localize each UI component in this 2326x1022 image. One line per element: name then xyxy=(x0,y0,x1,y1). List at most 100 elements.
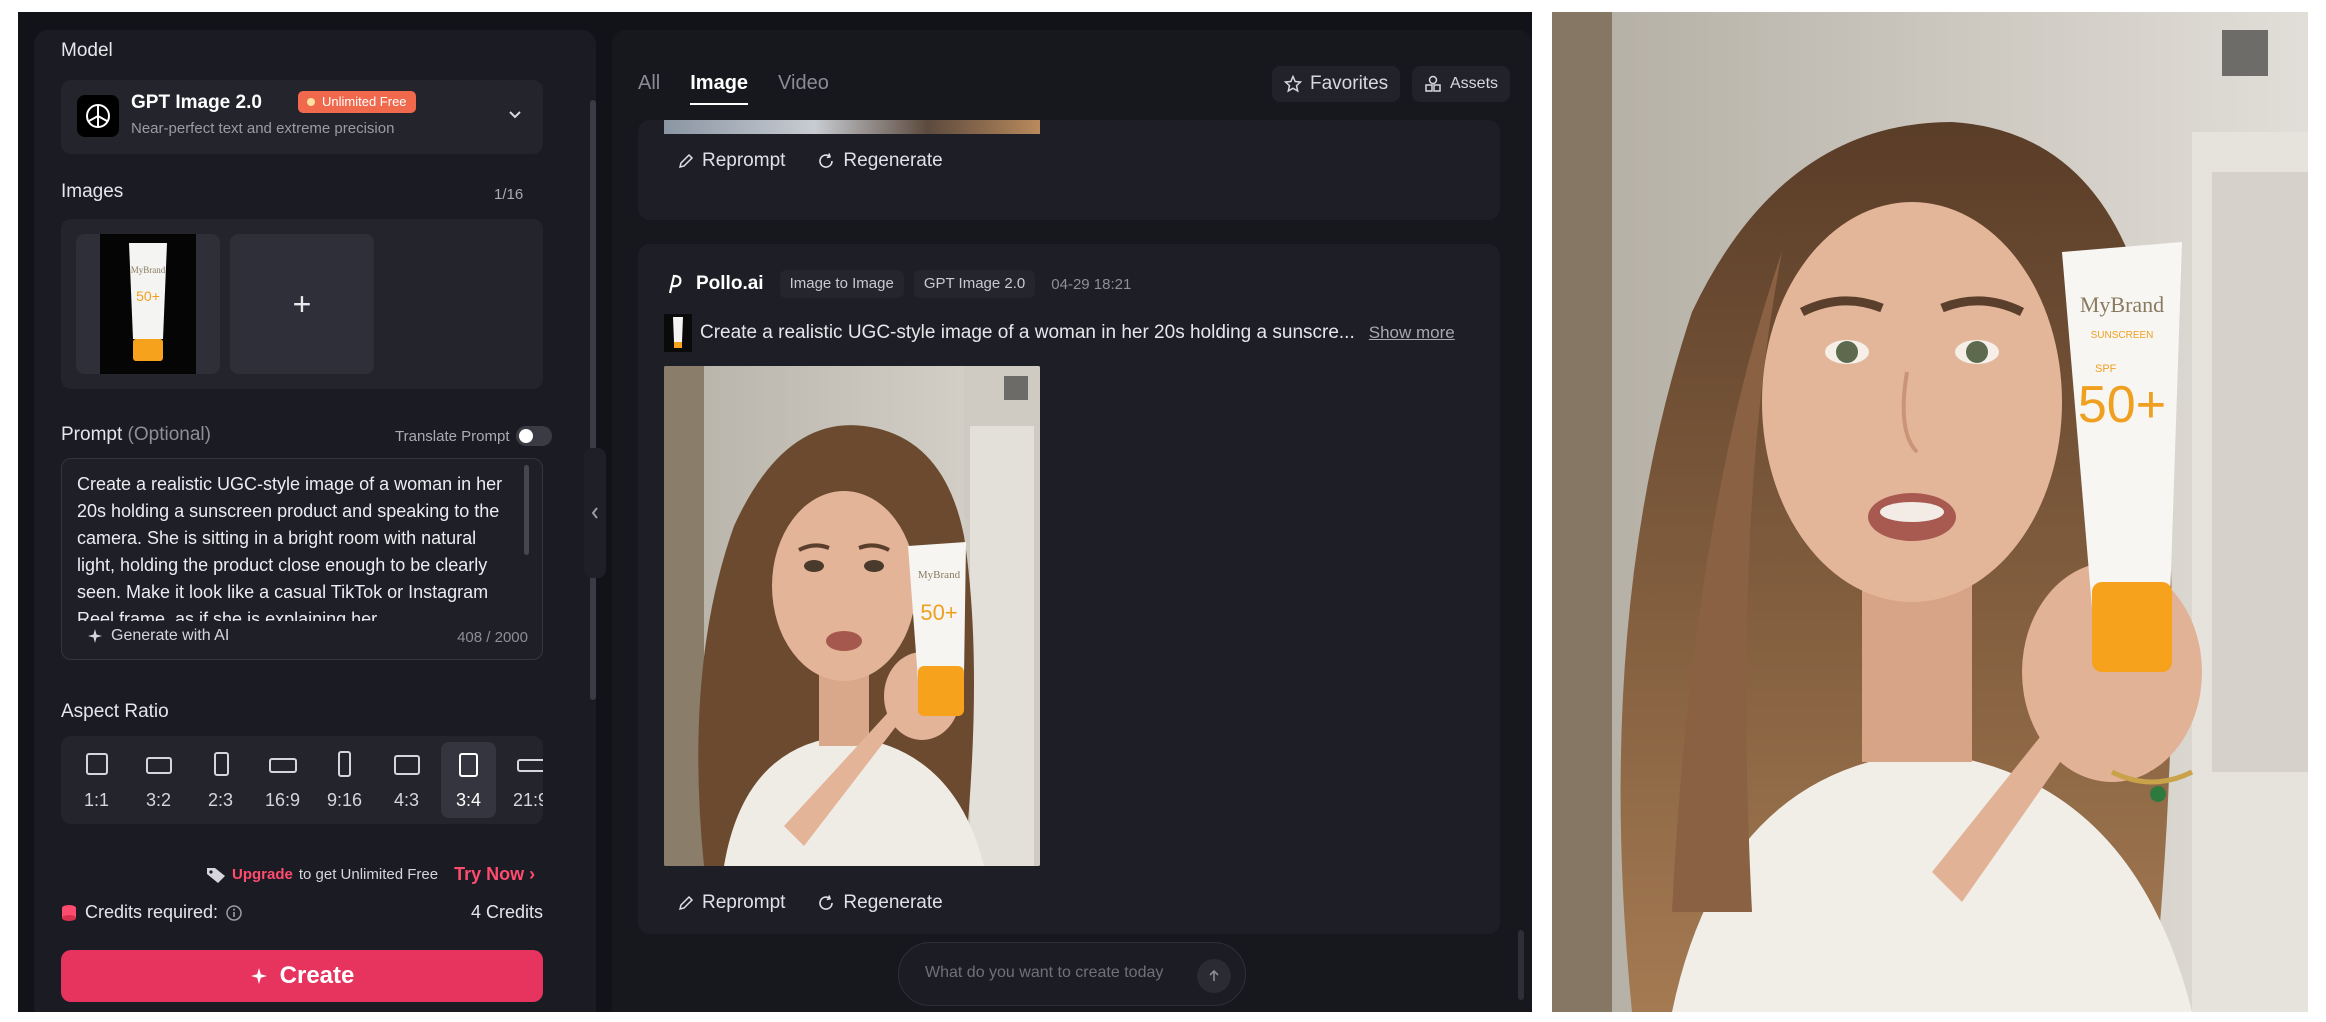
assets-button[interactable]: Assets xyxy=(1412,66,1511,102)
upgrade-banner: Upgrade to get Unlimited Free Try Now › xyxy=(206,864,535,885)
upgrade-text: to get Unlimited Free xyxy=(298,866,439,883)
plus-icon: + xyxy=(292,285,312,322)
aspect-ratio-label: Aspect Ratio xyxy=(61,701,169,722)
credits-value: 4 Credits xyxy=(470,902,543,922)
ratio-ultrawide-icon xyxy=(517,759,543,772)
prompt-optional: (Optional) xyxy=(127,424,211,445)
ratio-option-16-9[interactable]: 16:9 xyxy=(255,742,310,818)
send-button[interactable] xyxy=(1197,959,1231,993)
reference-thumbnail[interactable] xyxy=(664,314,692,352)
pencil-icon xyxy=(678,153,694,169)
results-panel: All Image Video Favorites Assets Repromp… xyxy=(612,30,1532,1012)
result-card: Pollo.ai Image to Image GPT Image 2.0 04… xyxy=(638,244,1500,934)
regenerate-button[interactable]: Regenerate xyxy=(817,892,943,914)
prompt-text[interactable]: Create a realistic UGC-style image of a … xyxy=(77,471,507,621)
regenerate-button[interactable]: Regenerate xyxy=(817,150,943,172)
big-product-spf-label: SPF xyxy=(2095,363,2117,375)
previous-result-image[interactable] xyxy=(664,120,1040,134)
ratio-portrait-icon xyxy=(214,752,229,776)
tab-video[interactable]: Video xyxy=(778,72,829,105)
result-prompt-row: Create a realistic UGC-style image of a … xyxy=(664,314,1455,352)
chevron-right-icon: › xyxy=(529,864,536,884)
arrow-up-icon xyxy=(1209,969,1219,981)
ratio-landscape-icon xyxy=(394,755,420,775)
big-product-brand-text: MyBrand xyxy=(2080,292,2164,317)
model-description: Near-perfect text and extreme precision xyxy=(131,120,395,137)
upgrade-link[interactable]: Upgrade xyxy=(232,866,293,883)
credits-row: Credits required: 4 Credits xyxy=(61,902,543,928)
translate-prompt-label: Translate Prompt xyxy=(395,428,510,445)
panel-scrollbar[interactable] xyxy=(590,100,596,700)
ratio-option-4-3[interactable]: 4:3 xyxy=(379,742,434,818)
generate-with-ai-button[interactable]: Generate with AI xyxy=(87,627,229,645)
result-meta: Pollo.ai Image to Image GPT Image 2.0 04… xyxy=(664,270,1131,298)
big-product-line-text: SUNSCREEN xyxy=(2091,330,2154,341)
coins-icon xyxy=(62,904,76,921)
images-uploader: MyBrand 50+ + xyxy=(61,219,543,389)
thumb-spf-text: 50+ xyxy=(136,288,160,304)
results-scrollbar[interactable] xyxy=(1518,930,1524,1000)
ratio-tall-icon xyxy=(338,751,351,777)
result-card-actions: Reprompt Regenerate xyxy=(678,892,943,914)
sparkle-icon xyxy=(250,968,267,984)
large-result-preview[interactable]: MyBrand SUNSCREEN SPF 50+ xyxy=(1552,12,2308,1012)
model-chip: GPT Image 2.0 xyxy=(913,270,1036,298)
ratio-square-icon xyxy=(86,753,108,775)
favorites-button[interactable]: Favorites xyxy=(1272,66,1401,102)
result-card-previous: Reprompt Regenerate xyxy=(638,120,1500,220)
prompt-textarea[interactable]: Create a realistic UGC-style image of a … xyxy=(61,458,543,660)
ratio-option-3-2[interactable]: 3:2 xyxy=(131,742,186,818)
tab-image[interactable]: Image xyxy=(690,72,749,105)
model-section-label: Model xyxy=(61,40,113,61)
ratio-option-1-1[interactable]: 1:1 xyxy=(69,742,124,818)
tag-icon xyxy=(207,867,225,883)
show-more-link[interactable]: Show more xyxy=(1369,323,1455,343)
generated-image[interactable]: MyBrand 50+ xyxy=(664,366,1040,866)
images-count: 1/16 xyxy=(494,186,524,203)
prompt-label: Prompt (Optional) xyxy=(61,424,211,445)
reprompt-button[interactable]: Reprompt xyxy=(678,150,785,172)
result-tabs: All Image Video xyxy=(638,72,829,105)
ratio-option-2-3[interactable]: 2:3 xyxy=(193,742,248,818)
product-spf-text: 50+ xyxy=(920,600,957,625)
refresh-icon xyxy=(819,153,834,168)
thumb-brand-text: MyBrand xyxy=(131,265,166,275)
info-icon[interactable] xyxy=(226,904,242,921)
reprompt-button[interactable]: Reprompt xyxy=(678,892,785,914)
prompt-scrollbar[interactable] xyxy=(524,465,529,555)
model-selector[interactable]: GPT Image 2.0 Unlimited Free Near-perfec… xyxy=(61,80,543,154)
previous-card-actions: Reprompt Regenerate xyxy=(678,150,943,172)
tab-all[interactable]: All xyxy=(638,72,660,105)
product-thumbnail-image: MyBrand 50+ xyxy=(100,234,196,374)
chevron-down-icon[interactable] xyxy=(507,106,523,127)
ratio-option-21-9[interactable]: 21:9 xyxy=(503,742,543,818)
mode-chip: Image to Image xyxy=(779,270,904,298)
star-icon xyxy=(1284,75,1302,93)
create-button[interactable]: Create xyxy=(61,950,543,1002)
result-prompt-preview: Create a realistic UGC-style image of a … xyxy=(700,322,1355,343)
images-section-label: Images xyxy=(61,181,124,202)
product-brand-text: MyBrand xyxy=(918,569,961,581)
credits-label: Credits required: xyxy=(61,902,242,923)
ratio-landscape-icon xyxy=(146,757,172,774)
collapse-panel-handle[interactable] xyxy=(584,448,606,578)
try-now-link[interactable]: Try Now › xyxy=(454,864,535,885)
character-count: 408 / 2000 xyxy=(457,629,528,646)
pollo-logo-icon xyxy=(668,274,682,294)
assets-icon xyxy=(1425,75,1441,92)
translate-prompt-toggle[interactable] xyxy=(516,426,552,446)
uploaded-image-thumbnail[interactable]: MyBrand 50+ xyxy=(76,234,220,374)
ratio-option-3-4[interactable]: 3:4 xyxy=(441,742,496,818)
pencil-icon xyxy=(678,895,694,911)
chat-input[interactable]: What do you want to create today xyxy=(898,942,1246,1006)
ratio-option-9-16[interactable]: 9:16 xyxy=(317,742,372,818)
result-brand: Pollo.ai xyxy=(696,273,764,294)
unlimited-free-badge: Unlimited Free xyxy=(298,91,416,113)
ratio-portrait-icon xyxy=(459,753,478,777)
openai-logo-icon xyxy=(77,95,119,137)
chat-placeholder: What do you want to create today xyxy=(925,964,1164,981)
ratio-wide-icon xyxy=(269,758,297,773)
chevron-left-icon xyxy=(591,507,598,519)
add-image-button[interactable]: + xyxy=(230,234,374,374)
refresh-icon xyxy=(819,895,834,910)
